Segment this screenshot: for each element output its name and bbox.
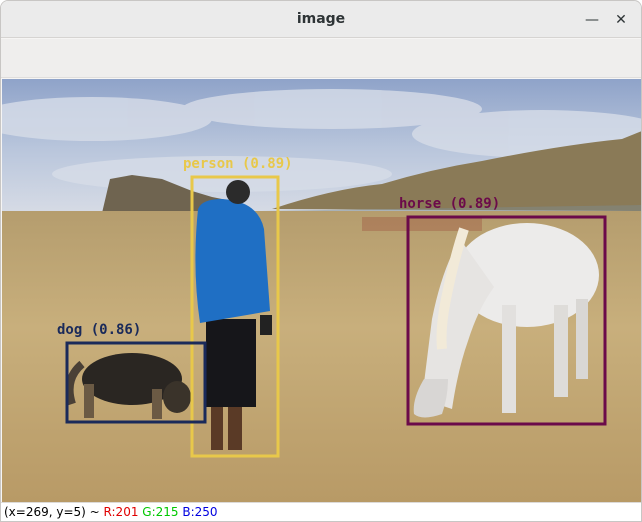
pixel-green-value: G:215 [142, 505, 179, 519]
window-title: image [296, 11, 346, 27]
toolbar [1, 39, 641, 78]
status-bar: (x=269, y=5) ~ R:201 G:215 B:250 [1, 502, 641, 521]
pixel-red-value: R:201 [103, 505, 139, 519]
horse-label: horse (0.89) [399, 196, 500, 212]
minimize-icon[interactable]: — [581, 9, 603, 31]
red-vegetation [362, 217, 482, 231]
close-icon[interactable]: ✕ [610, 9, 632, 31]
dog-label: dog (0.86) [57, 322, 141, 338]
image-viewer-window: image — ✕ person (0.89) horse (0.89) dog… [0, 0, 642, 522]
image-canvas[interactable]: person (0.89) horse (0.89) dog (0.86) [2, 79, 641, 502]
title-bar[interactable]: image — ✕ [1, 1, 641, 38]
pixel-blue-value: B:250 [182, 505, 218, 519]
cursor-coordinates: (x=269, y=5) ~ [4, 505, 100, 519]
detection-image: person (0.89) horse (0.89) dog (0.86) [2, 79, 641, 502]
person-label: person (0.89) [183, 156, 293, 172]
